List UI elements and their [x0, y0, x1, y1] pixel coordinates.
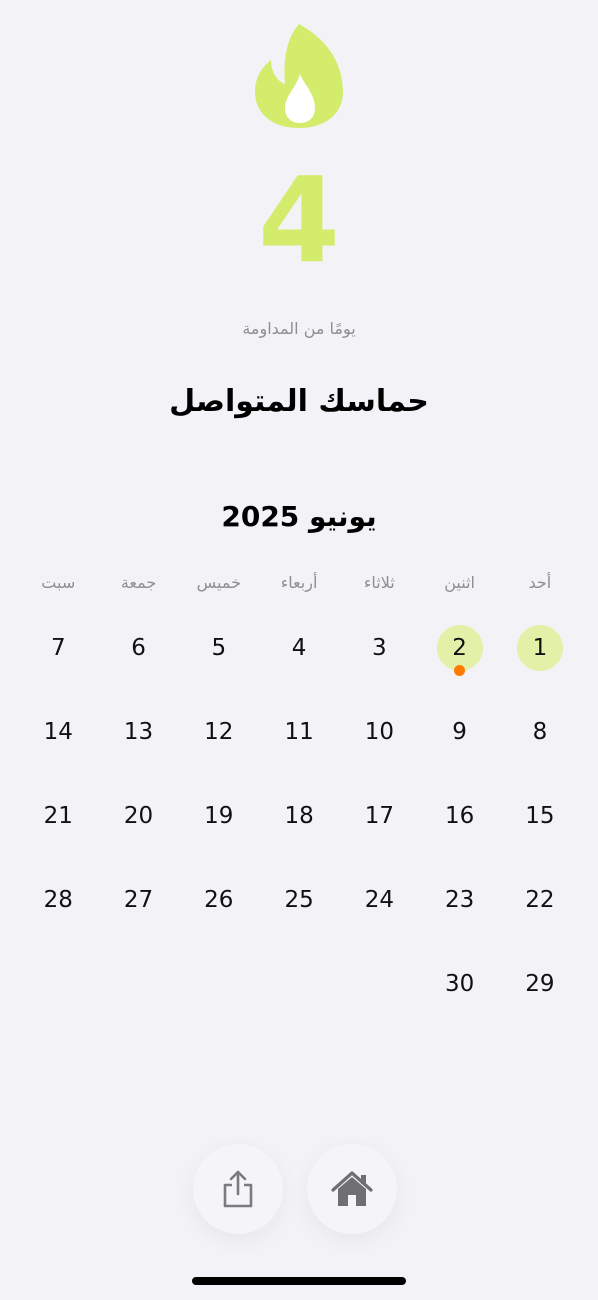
- weekday-tue: ثلاثاء: [363, 573, 395, 592]
- calendar-day[interactable]: 12: [179, 690, 259, 774]
- calendar-day[interactable]: 3: [339, 606, 419, 690]
- calendar-day[interactable]: 23: [419, 858, 499, 942]
- calendar-day-number: 7: [50, 635, 66, 661]
- calendar-day-number: 15: [525, 803, 555, 829]
- home-button[interactable]: [307, 1144, 397, 1234]
- calendar-day[interactable]: 13: [98, 690, 178, 774]
- calendar-day[interactable]: 21: [18, 774, 98, 858]
- calendar-day-number: 14: [43, 719, 73, 745]
- calendar-day-number: 13: [123, 719, 154, 745]
- calendar-day[interactable]: 22: [500, 858, 580, 942]
- calendar-day[interactable]: 30: [419, 942, 499, 1026]
- weekday-mon: اثنين: [444, 573, 475, 592]
- weekday-thu: خميس: [196, 573, 241, 592]
- today-indicator-dot: [454, 665, 466, 676]
- calendar-day-number: 19: [204, 803, 234, 829]
- calendar-day[interactable]: 10: [339, 690, 419, 774]
- home-indicator[interactable]: [192, 1277, 406, 1285]
- calendar-day-number: 28: [43, 887, 73, 913]
- calendar-day-number: 29: [525, 971, 555, 997]
- calendar-day-number: 4: [291, 635, 307, 661]
- calendar-day[interactable]: 18: [259, 774, 339, 858]
- calendar-day-number: 9: [452, 719, 467, 745]
- calendar-day-number: 5: [211, 635, 227, 661]
- calendar-day[interactable]: 24: [339, 858, 419, 942]
- calendar-day-number: 22: [525, 887, 555, 913]
- calendar-grid: 1 2 3 4 5 6 7 8 9 10 11 12 13 14 15 16 17 18 19 20 21 22 23 24 2…: [18, 606, 580, 1026]
- calendar-weekday-header: أحد اثنين ثلاثاء أربعاء خميس جمعة سبت: [18, 568, 580, 598]
- calendar-day-number: 17: [364, 803, 394, 829]
- calendar-day[interactable]: 20: [98, 774, 178, 858]
- calendar-day-number: 10: [364, 719, 394, 745]
- weekday-wed: أربعاء: [280, 573, 318, 592]
- share-button[interactable]: [193, 1144, 283, 1234]
- weekday-fri: جمعة: [120, 573, 157, 592]
- calendar-day[interactable]: 17: [339, 774, 419, 858]
- calendar-day[interactable]: 27: [98, 858, 178, 942]
- calendar-day[interactable]: 5: [179, 606, 259, 690]
- calendar-day[interactable]: 4: [259, 606, 339, 690]
- calendar-day-number: 8: [532, 719, 548, 745]
- calendar-day[interactable]: 15: [500, 774, 580, 858]
- calendar-day[interactable]: 14: [18, 690, 98, 774]
- streak-caption: يومًا من المداومة: [242, 319, 356, 338]
- streak-count: 4: [257, 151, 341, 289]
- calendar-day-number: 20: [123, 803, 154, 829]
- calendar-month-title: يونيو 2025: [221, 500, 377, 533]
- calendar-day[interactable]: 11: [259, 690, 339, 774]
- calendar-day[interactable]: 25: [259, 858, 339, 942]
- calendar-day[interactable]: 7: [18, 606, 98, 690]
- calendar-day-number: 23: [444, 887, 475, 913]
- calendar-day[interactable]: 8: [500, 690, 580, 774]
- calendar-day[interactable]: 29: [500, 942, 580, 1026]
- home-icon: [331, 1171, 373, 1206]
- calendar-day[interactable]: 2: [419, 606, 499, 690]
- calendar-day-completed: 1: [516, 625, 563, 671]
- calendar-day-number: 24: [364, 887, 394, 913]
- calendar-day-number: 12: [204, 719, 234, 745]
- calendar-day-number: 25: [284, 887, 314, 913]
- calendar-day[interactable]: 19: [179, 774, 259, 858]
- calendar-day[interactable]: 28: [18, 858, 98, 942]
- calendar-day[interactable]: 1: [500, 606, 580, 690]
- calendar-day[interactable]: 6: [98, 606, 178, 690]
- streak-headline: حماسك المتواصل: [169, 384, 429, 419]
- calendar-day-number: 6: [131, 635, 146, 661]
- share-icon: [223, 1170, 253, 1208]
- calendar-day-number: 21: [43, 803, 73, 829]
- weekday-sun: أحد: [528, 573, 552, 592]
- flame-icon: [255, 24, 343, 128]
- weekday-sat: سبت: [41, 573, 76, 592]
- calendar-day-number: 18: [284, 803, 314, 829]
- calendar-day[interactable]: 9: [419, 690, 499, 774]
- calendar-day[interactable]: 26: [179, 858, 259, 942]
- calendar-day-number: 3: [372, 635, 387, 661]
- calendar-day[interactable]: 16: [419, 774, 499, 858]
- calendar-day-number: 16: [444, 803, 475, 829]
- calendar-day-number: 26: [204, 887, 234, 913]
- calendar-day-number: 11: [284, 719, 314, 745]
- calendar-day-number: 27: [123, 887, 154, 913]
- calendar-day-number: 30: [444, 971, 475, 997]
